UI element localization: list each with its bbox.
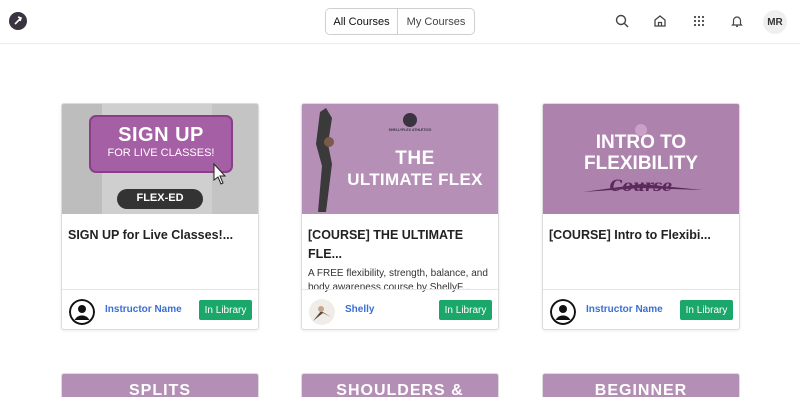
user-avatar[interactable]: MR [763,10,787,34]
in-library-badge: In Library [680,300,733,320]
thumb-headline: THE [395,148,435,169]
tab-my-courses[interactable]: My Courses [398,9,474,34]
course-title[interactable]: [COURSE] Intro to Flexibi... [549,226,735,245]
thumb-headline: INTRO TO [595,132,687,153]
course-title[interactable]: [COURSE] THE ULTIMATE FLE... [308,226,494,264]
thumb-badge: FLEX-ED [136,192,184,204]
thumb-headline: SIGN UP [118,124,204,146]
instructor-name[interactable]: Instructor Name [586,304,663,315]
in-library-badge: In Library [199,300,252,320]
course-card[interactable]: SIGN UP FOR LIVE CLASSES! FLEX-ED SIGN U… [61,103,259,330]
top-navigation-bar: All Courses My Courses MR [0,0,800,44]
home-icon[interactable] [651,12,669,30]
in-library-badge: In Library [439,300,492,320]
apps-grid-icon[interactable] [690,12,708,30]
course-title[interactable]: SIGN UP for Live Classes!... [68,226,254,245]
course-card[interactable]: SHOULDERS & [301,373,499,397]
course-card[interactable]: SPLITS [61,373,259,397]
course-card[interactable]: BEGINNER [542,373,740,397]
thumb-tagline: Course [609,176,673,195]
tab-all-courses[interactable]: All Courses [326,9,399,34]
search-icon[interactable] [613,12,631,30]
brand-text: SHELLYFLEX ATHLETICS [388,128,432,132]
course-card[interactable]: INTRO TO FLEXIBILITY Course [COURSE] Int… [542,103,740,330]
card-footer: Shelly In Library [302,289,498,329]
course-card[interactable]: SHELLYFLEX ATHLETICS THE ULTIMATE FLEX [… [301,103,499,330]
course-thumbnail: SIGN UP FOR LIVE CLASSES! FLEX-ED [62,104,258,214]
thumb-subheadline: ULTIMATE FLEX [347,170,483,189]
instructor-name[interactable]: Instructor Name [105,304,182,315]
bell-icon[interactable] [728,12,746,30]
card-footer: Instructor Name In Library [543,289,739,329]
logo-icon[interactable] [9,12,27,30]
course-thumbnail: INTRO TO FLEXIBILITY Course [543,104,739,214]
thumb-headline: SPLITS [128,382,191,397]
thumb-subheadline: FLEXIBILITY [584,153,698,174]
thumb-subheadline: FOR LIVE CLASSES! [107,147,215,159]
course-filter-tabs: All Courses My Courses [325,8,475,35]
course-thumbnail: SHELLYFLEX ATHLETICS THE ULTIMATE FLEX [302,104,498,214]
card-footer: Instructor Name In Library [62,289,258,329]
thumb-headline: BEGINNER [594,382,688,397]
instructor-avatar [309,299,335,325]
default-user-icon [69,299,95,325]
default-user-icon [550,299,576,325]
instructor-name[interactable]: Shelly [345,304,374,315]
thumb-headline: SHOULDERS & [336,382,464,397]
